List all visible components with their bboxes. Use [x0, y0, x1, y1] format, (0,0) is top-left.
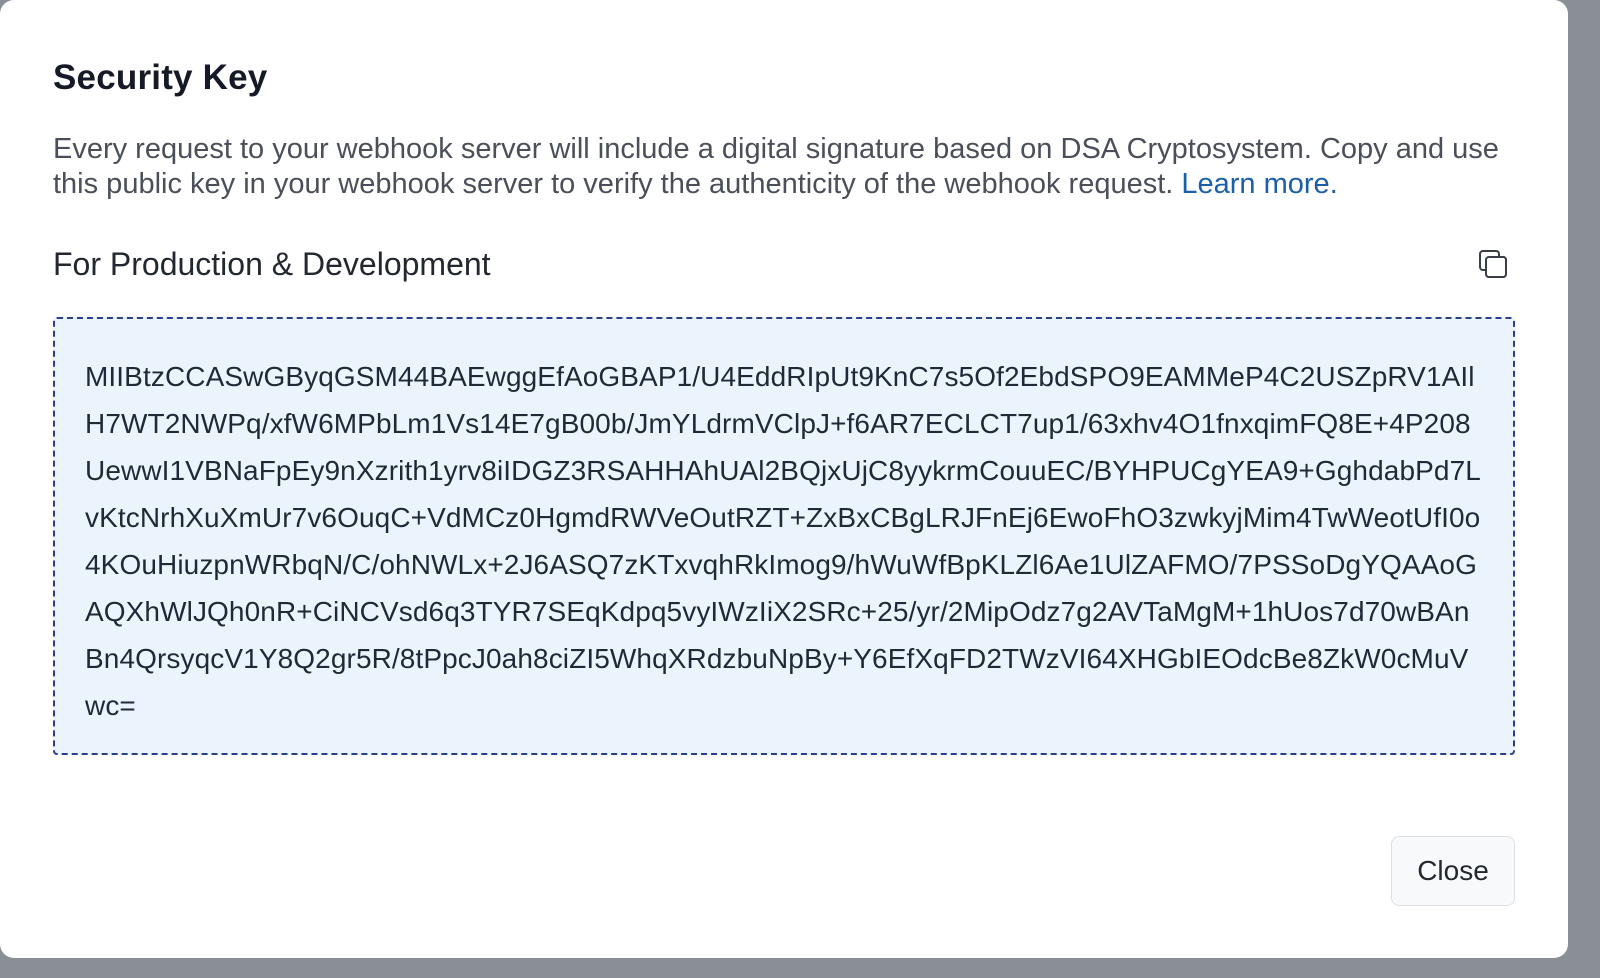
dialog-title: Security Key — [53, 58, 268, 97]
section-title: For Production & Development — [53, 246, 491, 282]
copy-icon[interactable] — [1473, 244, 1513, 284]
close-button[interactable]: Close — [1391, 836, 1515, 906]
dialog-footer: Close — [1391, 836, 1515, 906]
security-key-dialog: Security Key Every request to your webho… — [0, 0, 1568, 958]
section-header: For Production & Development — [53, 244, 1515, 284]
learn-more-link[interactable]: Learn more. — [1181, 168, 1337, 200]
public-key-text: MIIBtzCCASwGByqGSM44BAEwggEfAoGBAP1/U4Ed… — [85, 361, 1481, 721]
public-key-box[interactable]: MIIBtzCCASwGByqGSM44BAEwggEfAoGBAP1/U4Ed… — [53, 317, 1515, 755]
dialog-description: Every request to your webhook server wil… — [53, 132, 1513, 202]
